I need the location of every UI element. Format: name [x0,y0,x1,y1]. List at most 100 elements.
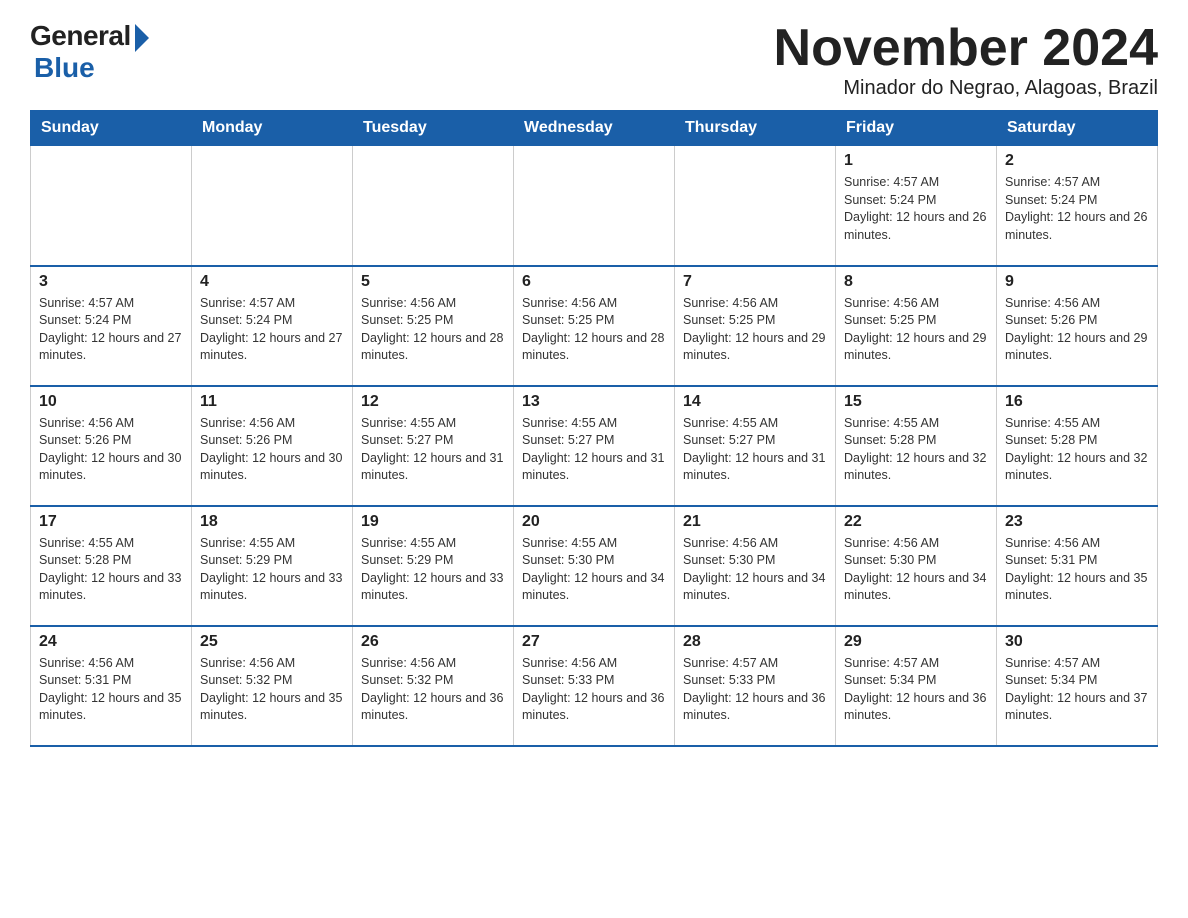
day-info: Sunrise: 4:55 AMSunset: 5:29 PMDaylight:… [361,536,503,603]
day-number: 26 [361,633,505,651]
calendar-subtitle: Minador do Negrao, Alagoas, Brazil [774,77,1158,100]
calendar-cell: 6 Sunrise: 4:56 AMSunset: 5:25 PMDaylight… [514,266,675,386]
week-row-4: 17Sunrise: 4:55 AMSunset: 5:28 PMDayligh… [31,506,1158,626]
week-row-3: 10 Sunrise: 4:56 AMSunset: 5:26 PMDayligh… [31,386,1158,506]
calendar-cell: 10 Sunrise: 4:56 AMSunset: 5:26 PMDayligh… [31,386,192,506]
day-number: 30 [1005,633,1149,651]
day-number: 23 [1005,513,1149,531]
day-info: Sunrise: 4:57 AMSunset: 5:33 PMDaylight:… [683,656,825,723]
header-friday: Friday [836,111,997,146]
day-info: Sunrise: 4:56 AMSunset: 5:32 PMDaylight:… [361,656,503,723]
day-info: Sunrise: 4:55 AMSunset: 5:27 PMDaylight:… [361,416,503,483]
logo-general-text: General [30,20,131,52]
calendar-cell: 17Sunrise: 4:55 AMSunset: 5:28 PMDayligh… [31,506,192,626]
day-info: Sunrise: 4:57 AMSunset: 5:24 PMDaylight:… [200,296,342,363]
calendar-cell: 29 Sunrise: 4:57 AMSunset: 5:34 PMDayligh… [836,626,997,746]
calendar-cell: 14 Sunrise: 4:55 AMSunset: 5:27 PMDayligh… [675,386,836,506]
calendar-cell: 30 Sunrise: 4:57 AMSunset: 5:34 PMDayligh… [997,626,1158,746]
calendar-cell [353,146,514,266]
header-tuesday: Tuesday [353,111,514,146]
day-info: Sunrise: 4:55 AMSunset: 5:28 PMDaylight:… [1005,416,1147,483]
day-info: Sunrise: 4:56 AMSunset: 5:30 PMDaylight:… [844,536,986,603]
day-info: Sunrise: 4:55 AMSunset: 5:28 PMDaylight:… [844,416,986,483]
day-number: 19 [361,513,505,531]
day-info: Sunrise: 4:56 AMSunset: 5:25 PMDaylight:… [683,296,825,363]
day-number: 8 [844,273,988,291]
week-row-2: 3 Sunrise: 4:57 AMSunset: 5:24 PMDaylight… [31,266,1158,386]
day-number: 5 [361,273,505,291]
day-info: Sunrise: 4:56 AMSunset: 5:25 PMDaylight:… [844,296,986,363]
day-number: 10 [39,393,183,411]
day-info: Sunrise: 4:57 AMSunset: 5:34 PMDaylight:… [1005,656,1147,723]
day-info: Sunrise: 4:55 AMSunset: 5:30 PMDaylight:… [522,536,664,603]
calendar-cell: 8 Sunrise: 4:56 AMSunset: 5:25 PMDaylight… [836,266,997,386]
logo: General Blue [30,20,149,84]
day-number: 14 [683,393,827,411]
calendar-cell: 21Sunrise: 4:56 AMSunset: 5:30 PMDayligh… [675,506,836,626]
calendar-cell [192,146,353,266]
day-info: Sunrise: 4:56 AMSunset: 5:31 PMDaylight:… [1005,536,1147,603]
day-info: Sunrise: 4:55 AMSunset: 5:29 PMDaylight:… [200,536,342,603]
calendar-cell: 3 Sunrise: 4:57 AMSunset: 5:24 PMDaylight… [31,266,192,386]
calendar-table: SundayMondayTuesdayWednesdayThursdayFrid… [30,110,1158,747]
calendar-cell: 13Sunrise: 4:55 AMSunset: 5:27 PMDayligh… [514,386,675,506]
title-block: November 2024 Minador do Negrao, Alagoas… [774,20,1158,100]
header-wednesday: Wednesday [514,111,675,146]
calendar-cell: 28 Sunrise: 4:57 AMSunset: 5:33 PMDayligh… [675,626,836,746]
calendar-cell: 27 Sunrise: 4:56 AMSunset: 5:33 PMDayligh… [514,626,675,746]
header-saturday: Saturday [997,111,1158,146]
calendar-cell: 16Sunrise: 4:55 AMSunset: 5:28 PMDayligh… [997,386,1158,506]
calendar-cell [675,146,836,266]
day-info: Sunrise: 4:55 AMSunset: 5:27 PMDaylight:… [683,416,825,483]
calendar-cell: 24 Sunrise: 4:56 AMSunset: 5:31 PMDayligh… [31,626,192,746]
day-number: 2 [1005,152,1149,170]
page-header: General Blue November 2024 Minador do Ne… [30,20,1158,100]
day-info: Sunrise: 4:56 AMSunset: 5:31 PMDaylight:… [39,656,181,723]
day-info: Sunrise: 4:56 AMSunset: 5:33 PMDaylight:… [522,656,664,723]
day-number: 4 [200,273,344,291]
day-number: 6 [522,273,666,291]
calendar-cell: 26 Sunrise: 4:56 AMSunset: 5:32 PMDayligh… [353,626,514,746]
calendar-cell: 12 Sunrise: 4:55 AMSunset: 5:27 PMDayligh… [353,386,514,506]
day-info: Sunrise: 4:57 AMSunset: 5:34 PMDaylight:… [844,656,986,723]
week-row-1: 1 Sunrise: 4:57 AMSunset: 5:24 PMDaylight… [31,146,1158,266]
day-number: 9 [1005,273,1149,291]
day-number: 13 [522,393,666,411]
calendar-cell: 22Sunrise: 4:56 AMSunset: 5:30 PMDayligh… [836,506,997,626]
day-info: Sunrise: 4:57 AMSunset: 5:24 PMDaylight:… [844,175,986,242]
calendar-cell: 9Sunrise: 4:56 AMSunset: 5:26 PMDaylight… [997,266,1158,386]
day-number: 29 [844,633,988,651]
day-number: 18 [200,513,344,531]
day-info: Sunrise: 4:56 AMSunset: 5:26 PMDaylight:… [200,416,342,483]
day-number: 21 [683,513,827,531]
header-thursday: Thursday [675,111,836,146]
day-info: Sunrise: 4:56 AMSunset: 5:25 PMDaylight:… [522,296,664,363]
day-info: Sunrise: 4:56 AMSunset: 5:25 PMDaylight:… [361,296,503,363]
day-number: 7 [683,273,827,291]
day-number: 28 [683,633,827,651]
day-number: 1 [844,152,988,170]
calendar-cell: 4 Sunrise: 4:57 AMSunset: 5:24 PMDaylight… [192,266,353,386]
calendar-cell: 23 Sunrise: 4:56 AMSunset: 5:31 PMDayligh… [997,506,1158,626]
day-info: Sunrise: 4:55 AMSunset: 5:28 PMDaylight:… [39,536,181,603]
day-number: 20 [522,513,666,531]
day-number: 27 [522,633,666,651]
day-info: Sunrise: 4:57 AMSunset: 5:24 PMDaylight:… [39,296,181,363]
calendar-title: November 2024 [774,20,1158,77]
calendar-cell [514,146,675,266]
header-monday: Monday [192,111,353,146]
day-number: 3 [39,273,183,291]
header-sunday: Sunday [31,111,192,146]
calendar-cell: 11 Sunrise: 4:56 AMSunset: 5:26 PMDayligh… [192,386,353,506]
calendar-cell: 15Sunrise: 4:55 AMSunset: 5:28 PMDayligh… [836,386,997,506]
day-info: Sunrise: 4:56 AMSunset: 5:26 PMDaylight:… [39,416,181,483]
day-number: 24 [39,633,183,651]
calendar-cell: 7 Sunrise: 4:56 AMSunset: 5:25 PMDaylight… [675,266,836,386]
calendar-cell: 5 Sunrise: 4:56 AMSunset: 5:25 PMDaylight… [353,266,514,386]
day-number: 11 [200,393,344,411]
day-info: Sunrise: 4:56 AMSunset: 5:32 PMDaylight:… [200,656,342,723]
calendar-cell: 20 Sunrise: 4:55 AMSunset: 5:30 PMDayligh… [514,506,675,626]
logo-blue-text: Blue [34,52,95,84]
week-row-5: 24 Sunrise: 4:56 AMSunset: 5:31 PMDayligh… [31,626,1158,746]
day-number: 12 [361,393,505,411]
